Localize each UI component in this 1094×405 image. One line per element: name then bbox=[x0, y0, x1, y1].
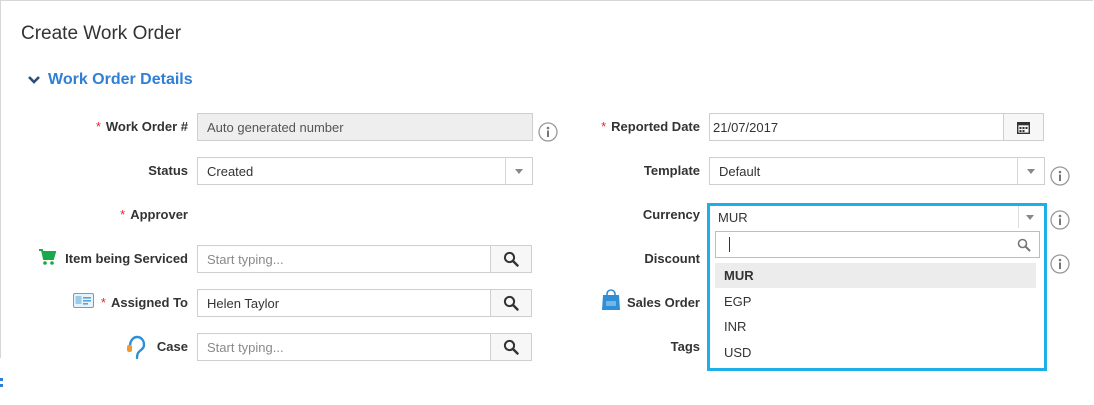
currency-option[interactable]: EGP bbox=[715, 289, 1036, 314]
section-title[interactable]: Work Order Details bbox=[48, 71, 193, 89]
assigned-to-value: Helen Taylor bbox=[207, 295, 280, 311]
assigned-lookup-button[interactable] bbox=[490, 290, 531, 316]
case-placeholder: Start typing... bbox=[207, 339, 284, 355]
discount-label: Discount bbox=[644, 251, 700, 266]
chevron-down-icon[interactable] bbox=[1017, 158, 1044, 184]
required-marker: * bbox=[100, 295, 106, 310]
search-icon bbox=[1017, 238, 1031, 252]
item-serviced-label: Item being Serviced bbox=[65, 251, 188, 266]
case-label: Case bbox=[156, 339, 188, 354]
section-header[interactable]: Work Order Details bbox=[26, 71, 193, 89]
search-icon bbox=[503, 295, 519, 311]
sales-order-label: Sales Order bbox=[627, 295, 700, 310]
approver-label-text: Approver bbox=[130, 207, 188, 222]
chevron-down-icon[interactable] bbox=[505, 158, 532, 184]
case-lookup-button[interactable] bbox=[490, 334, 531, 360]
work-order-label-text: Work Order # bbox=[105, 119, 188, 134]
work-order-label: * Work Order # bbox=[96, 119, 188, 134]
item-serviced-placeholder: Start typing... bbox=[207, 251, 284, 267]
template-select[interactable]: Default bbox=[709, 157, 1045, 185]
work-order-number-field: Auto generated number bbox=[197, 113, 533, 141]
reported-date-input[interactable]: 21/07/2017 bbox=[709, 113, 1044, 141]
info-icon[interactable] bbox=[538, 122, 558, 142]
edge-marker bbox=[0, 378, 3, 387]
status-select[interactable]: Created bbox=[197, 157, 533, 185]
assigned-to-label: * Assigned To bbox=[101, 295, 188, 310]
template-value: Default bbox=[719, 163, 761, 179]
chevron-down-icon[interactable] bbox=[26, 72, 42, 88]
text-cursor bbox=[729, 237, 730, 252]
currency-option[interactable]: USD bbox=[715, 340, 1036, 365]
currency-dropdown[interactable]: MUR MUR EGP INR USD bbox=[707, 203, 1047, 371]
reported-date-label-text: Reported Date bbox=[611, 119, 700, 134]
work-order-number-value: Auto generated number bbox=[207, 119, 344, 135]
info-icon[interactable] bbox=[1050, 166, 1070, 186]
assigned-to-label-text: Assigned To bbox=[110, 295, 188, 310]
currency-option[interactable]: MUR bbox=[715, 263, 1036, 288]
reported-date-label: * Reported Date bbox=[601, 119, 700, 134]
status-label: Status bbox=[148, 163, 188, 178]
currency-select[interactable]: MUR bbox=[711, 206, 1041, 228]
chevron-down-icon[interactable] bbox=[1018, 206, 1041, 228]
shopping-bag-icon bbox=[602, 289, 620, 310]
search-icon bbox=[503, 251, 519, 267]
required-marker: * bbox=[95, 119, 101, 134]
item-lookup-button[interactable] bbox=[490, 246, 531, 272]
id-card-icon bbox=[73, 293, 94, 308]
tags-label: Tags bbox=[670, 339, 700, 354]
required-marker: * bbox=[601, 119, 607, 134]
template-label: Template bbox=[643, 163, 700, 178]
required-marker: * bbox=[120, 207, 126, 222]
currency-label: Currency bbox=[642, 207, 700, 222]
currency-search-input[interactable] bbox=[715, 231, 1040, 258]
item-serviced-input[interactable]: Start typing... bbox=[197, 245, 532, 273]
shopping-cart-icon bbox=[39, 249, 57, 265]
currency-option[interactable]: INR bbox=[715, 314, 1036, 339]
calendar-icon bbox=[1017, 121, 1030, 134]
search-icon bbox=[503, 339, 519, 355]
case-input[interactable]: Start typing... bbox=[197, 333, 532, 361]
calendar-button[interactable] bbox=[1003, 114, 1043, 140]
status-value: Created bbox=[207, 163, 254, 179]
headset-icon bbox=[127, 335, 146, 360]
info-icon[interactable] bbox=[1050, 210, 1070, 230]
info-icon[interactable] bbox=[1050, 254, 1070, 274]
page-title: Create Work Order bbox=[21, 23, 182, 44]
approver-label: * Approver bbox=[120, 207, 188, 222]
assigned-to-input[interactable]: Helen Taylor bbox=[197, 289, 532, 317]
reported-date-value: 21/07/2017 bbox=[713, 119, 779, 135]
currency-value: MUR bbox=[718, 209, 748, 225]
